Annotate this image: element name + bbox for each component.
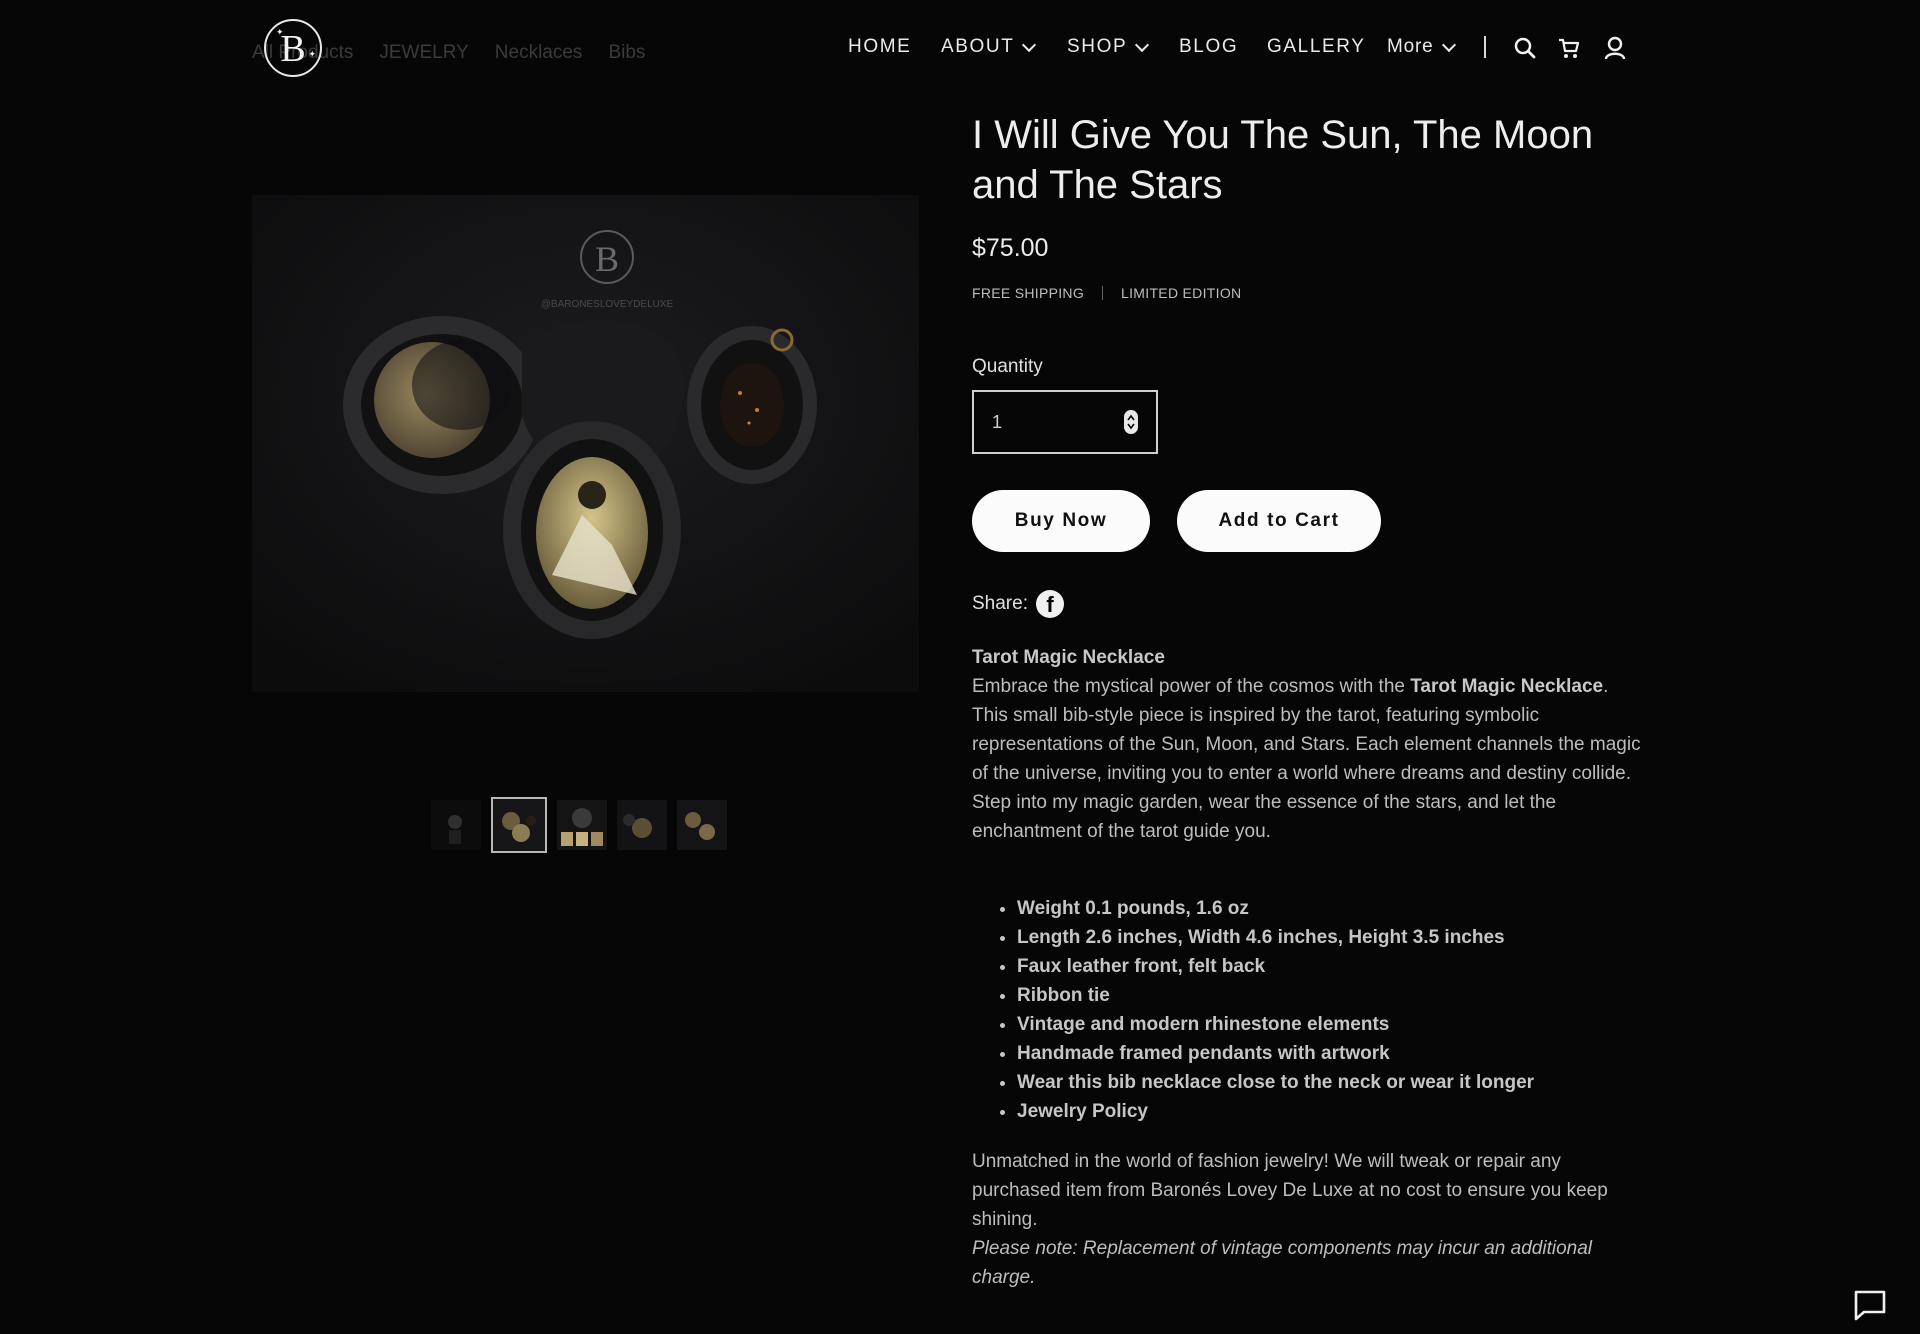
- policy-note: Please note: Replacement of vintage comp…: [972, 1238, 1592, 1288]
- spec-item: Weight 0.1 pounds, 1.6 oz: [1017, 894, 1693, 923]
- svg-text:B: B: [595, 239, 619, 279]
- tag-separator: [1102, 286, 1104, 300]
- tag-limited-edition: LIMITED EDITION: [1121, 285, 1242, 301]
- thumbnail[interactable]: [617, 800, 667, 850]
- nav-gallery[interactable]: GALLERY: [1267, 36, 1366, 58]
- thumbnail[interactable]: [431, 800, 481, 850]
- spec-item-jewelry-policy: Jewelry Policy: [1017, 1097, 1693, 1126]
- nav-shop[interactable]: SHOP: [1067, 36, 1150, 58]
- facebook-icon[interactable]: f: [1035, 590, 1064, 618]
- product-price: $75.00: [972, 234, 1049, 262]
- description-text: . This small bib-style piece is inspired…: [972, 676, 1641, 842]
- logo-star-icon: ✦: [308, 49, 316, 59]
- policy-body: Unmatched in the world of fashion jewelr…: [972, 1151, 1608, 1230]
- cart-icon[interactable]: [1558, 38, 1580, 59]
- product-title: I Will Give You The Sun, The Moon and Th…: [972, 113, 1594, 207]
- description-bold: Tarot Magic Necklace: [1410, 676, 1604, 697]
- account-icon[interactable]: [1604, 36, 1626, 60]
- share-row: Share: f: [972, 590, 1064, 618]
- logo-star-icon: ✦: [276, 27, 284, 37]
- thumbnail-strip: [431, 797, 727, 853]
- product-main-image[interactable]: B @BARONESLOVEYDELUXE: [252, 195, 919, 692]
- stepper-arrows-icon[interactable]: [1124, 410, 1138, 434]
- nav-about[interactable]: ABOUT: [941, 36, 1037, 58]
- description-heading: Tarot Magic Necklace: [972, 647, 1165, 668]
- thumbnail[interactable]: [557, 800, 607, 850]
- quantity-value[interactable]: 1: [992, 412, 1002, 433]
- quantity-label: Quantity: [972, 356, 1043, 377]
- policy-text: Unmatched in the world of fashion jewelr…: [972, 1147, 1648, 1292]
- necklace-photo: B @BARONESLOVEYDELUXE: [252, 195, 919, 692]
- tag-free-shipping: FREE SHIPPING: [972, 285, 1085, 301]
- product-tags: FREE SHIPPING LIMITED EDITION: [972, 285, 1241, 301]
- breadcrumb-item[interactable]: JEWELRY: [379, 42, 468, 64]
- share-label: Share:: [972, 593, 1028, 614]
- spec-item: Ribbon tie: [1017, 981, 1693, 1010]
- add-to-cart-button[interactable]: Add to Cart: [1177, 490, 1381, 552]
- quantity-stepper[interactable]: 1: [972, 390, 1158, 454]
- chevron-down-icon: [1022, 37, 1037, 52]
- nav-divider: [1484, 36, 1486, 58]
- nav-home[interactable]: HOME: [848, 36, 911, 58]
- buy-now-button[interactable]: Buy Now: [972, 490, 1150, 552]
- thumbnail-selected[interactable]: [491, 797, 547, 853]
- breadcrumb-item[interactable]: Bibs: [608, 42, 645, 64]
- spec-list: Weight 0.1 pounds, 1.6 oz Length 2.6 inc…: [972, 894, 1693, 1126]
- spec-item: Faux leather front, felt back: [1017, 952, 1693, 981]
- breadcrumb-item[interactable]: Necklaces: [495, 42, 583, 64]
- chevron-down-icon: [1441, 37, 1456, 52]
- search-icon[interactable]: [1514, 37, 1536, 59]
- spec-item: Vintage and modern rhinestone elements: [1017, 1010, 1693, 1039]
- chevron-down-icon: [1135, 37, 1150, 52]
- product-description: Tarot Magic Necklace Embrace the mystica…: [972, 643, 1648, 846]
- nav-blog[interactable]: BLOG: [1179, 36, 1238, 58]
- site-logo[interactable]: B ✦ ✦: [264, 19, 322, 77]
- nav-more[interactable]: More: [1387, 36, 1456, 58]
- thumbnail[interactable]: [677, 800, 727, 850]
- description-text: Embrace the mystical power of the cosmos…: [972, 676, 1411, 697]
- main-nav: HOME: [848, 36, 911, 58]
- spec-item: Handmade framed pendants with artwork: [1017, 1039, 1693, 1068]
- spec-item: Length 2.6 inches, Width 4.6 inches, Hei…: [1017, 923, 1693, 952]
- chat-icon[interactable]: [1852, 1288, 1888, 1322]
- image-watermark: @BARONESLOVEYDELUXE: [541, 299, 674, 310]
- spec-item: Wear this bib necklace close to the neck…: [1017, 1068, 1693, 1097]
